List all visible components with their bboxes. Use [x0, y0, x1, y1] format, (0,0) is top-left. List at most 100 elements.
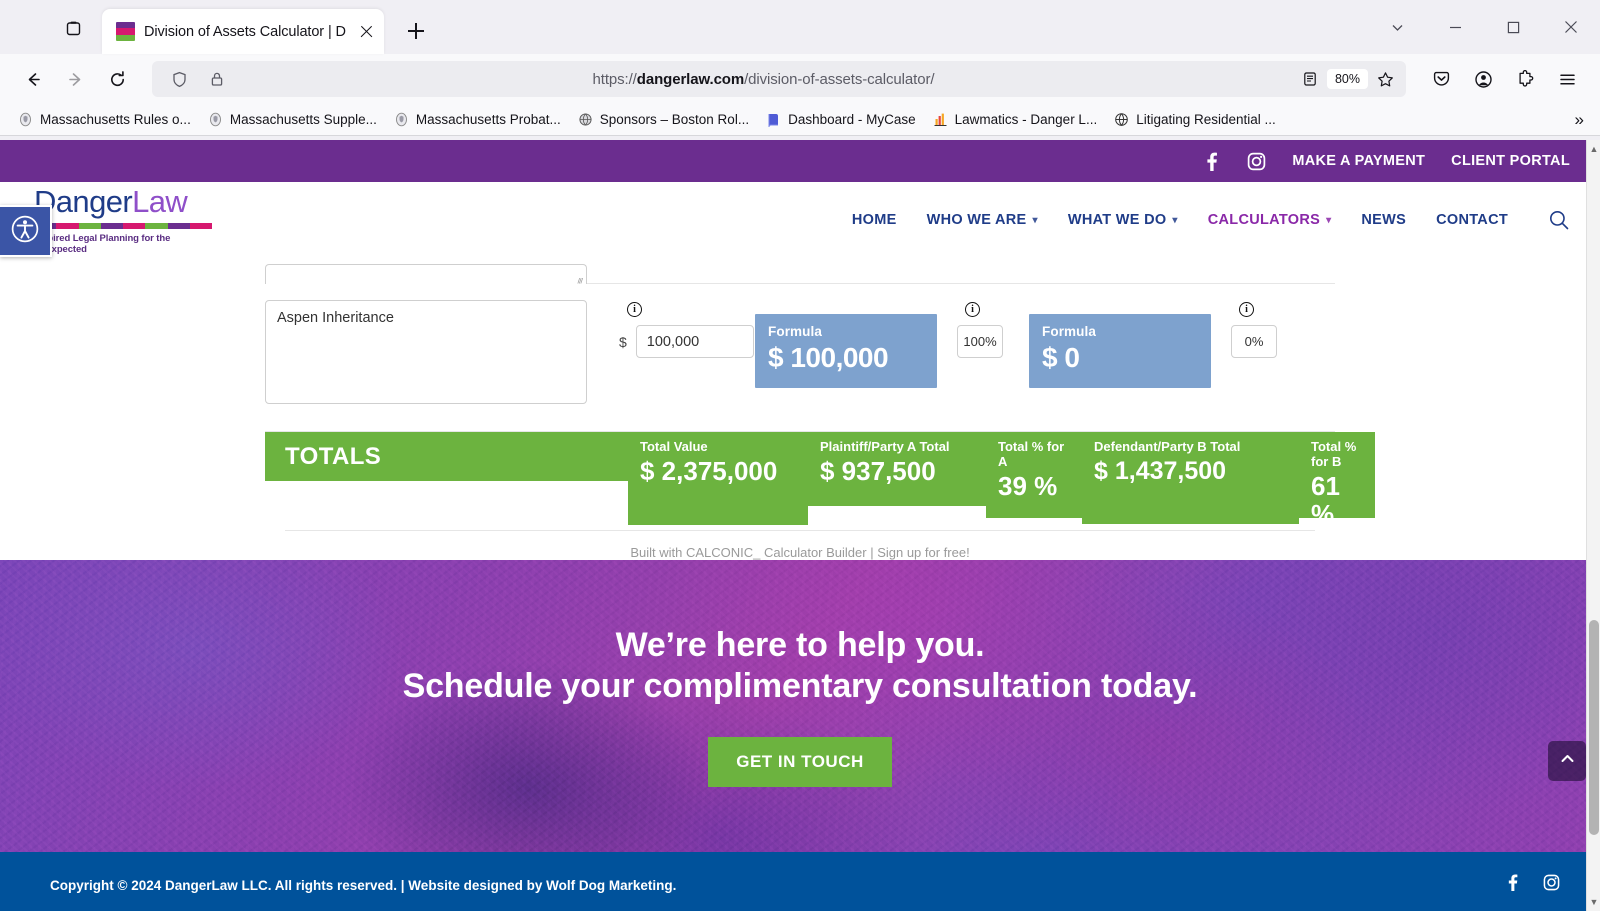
totals-cell-percent-b: Total % for B 61 %	[1299, 432, 1375, 528]
application-menu-hamburger-icon[interactable]	[1548, 60, 1586, 98]
logo-tagline: Inspired Legal Planning for the Unexpect…	[34, 232, 171, 255]
asset-value-column: i $	[587, 300, 755, 358]
bookmark-item[interactable]: Massachusetts Probat...	[386, 108, 568, 131]
url-path: /division-of-assets-calculator/	[744, 70, 935, 88]
window-minimize-button[interactable]	[1426, 0, 1484, 54]
chevron-down-icon: ▾	[1032, 214, 1038, 226]
site-logo[interactable]: DangerLaw Inspired Legal Planning for th…	[34, 186, 224, 255]
logo-color-bars-icon	[34, 222, 212, 229]
tab-close-icon[interactable]	[357, 22, 376, 41]
percent-a-input[interactable]	[957, 325, 1003, 358]
totals-cell-label: Total % for B	[1311, 439, 1357, 469]
formula-b-box: Formula $ 0	[1029, 314, 1211, 388]
url-text[interactable]: https://dangerlaw.com/division-of-assets…	[240, 71, 1287, 88]
nav-label: HOME	[851, 212, 897, 228]
formula-a-label: Formula	[768, 324, 822, 339]
extensions-puzzle-icon[interactable]	[1506, 60, 1544, 98]
bookmark-label: Lawmatics - Danger L...	[954, 112, 1098, 127]
asset-value-input[interactable]	[635, 325, 754, 358]
nav-item-what-we-do[interactable]: WHAT WE DO ▾	[1068, 212, 1178, 228]
tab-overflow-chevron-down-icon[interactable]	[1368, 0, 1426, 54]
nav-item-contact[interactable]: CONTACT	[1436, 212, 1508, 228]
totals-cell-label: Total % for A	[998, 439, 1065, 469]
shield-icon	[207, 111, 224, 128]
bookmark-item[interactable]: Sponsors – Boston Rol...	[570, 108, 756, 131]
bookmark-star-icon[interactable]	[1370, 64, 1400, 94]
totals-cell-value: 39 %	[998, 470, 1058, 501]
percent-b-input[interactable]	[1231, 325, 1277, 358]
totals-title: TOTALS	[265, 431, 628, 481]
calconic-link[interactable]: CALCONIC_ Calculator Builder	[686, 545, 867, 560]
site-footer: Copyright © 2024 DangerLaw LLC. All righ…	[0, 852, 1600, 911]
new-tab-button[interactable]	[398, 13, 434, 49]
zoom-level-indicator[interactable]: 80%	[1326, 69, 1368, 89]
browser-tab-active[interactable]: Division of Assets Calculator | D	[102, 9, 384, 54]
account-avatar-icon[interactable]	[1464, 60, 1502, 98]
info-icon[interactable]: i	[965, 302, 980, 317]
asset-name-input[interactable]	[265, 300, 587, 404]
built-with-prefix: Built with	[630, 545, 686, 560]
totals-cell-value: 61 %	[1311, 470, 1340, 529]
nav-item-home[interactable]: HOME	[852, 212, 897, 228]
get-in-touch-button[interactable]: GET IN TOUCH	[708, 737, 892, 788]
bookmark-item[interactable]: Litigating Residential ...	[1106, 108, 1283, 131]
totals-cell-value: $ 937,500	[820, 455, 936, 486]
scrollbar-up-arrow-icon[interactable]: ▲	[1587, 142, 1600, 156]
built-with-separator: |	[866, 545, 878, 560]
cta-section: We’re here to help you. Schedule your co…	[0, 560, 1600, 852]
scrollbar-down-arrow-icon[interactable]: ▼	[1587, 895, 1600, 909]
totals-cell-label: Total Value	[640, 439, 708, 454]
totals-cell-total-value: Total Value $ 2,375,000	[628, 432, 808, 525]
bookmark-item[interactable]: Lawmatics - Danger L...	[925, 108, 1105, 131]
make-a-payment-link[interactable]: MAKE A PAYMENT	[1292, 153, 1425, 169]
list-all-tabs-button[interactable]	[52, 10, 94, 46]
nav-item-news[interactable]: NEWS	[1361, 212, 1406, 228]
facebook-icon[interactable]	[1504, 874, 1521, 896]
search-icon[interactable]	[1548, 209, 1570, 231]
info-icon[interactable]: i	[627, 302, 642, 317]
window-maximize-button[interactable]	[1484, 0, 1542, 54]
bookmark-item[interactable]: Massachusetts Supple...	[200, 108, 384, 131]
book-icon	[765, 111, 782, 128]
globe-icon	[1113, 111, 1130, 128]
window-close-button[interactable]	[1542, 0, 1600, 54]
totals-cell-percent-a: Total % for A 39 %	[986, 432, 1082, 518]
signup-free-link[interactable]: Sign up for free!	[877, 545, 970, 560]
reload-button-icon[interactable]	[98, 60, 136, 98]
nav-item-calculators[interactable]: CALCULATORS ▾	[1208, 212, 1332, 228]
formula-a-box: Formula $ 100,000	[755, 314, 937, 388]
chevron-up-icon	[1559, 750, 1576, 772]
bookmark-item[interactable]: Dashboard - MyCase	[758, 108, 923, 131]
instagram-icon[interactable]	[1247, 152, 1266, 171]
client-portal-link[interactable]: CLIENT PORTAL	[1451, 153, 1570, 169]
facebook-icon[interactable]	[1202, 152, 1221, 171]
formula-b-label: Formula	[1042, 324, 1096, 339]
nav-label: CALCULATORS	[1207, 212, 1321, 228]
info-icon[interactable]: i	[1239, 302, 1254, 317]
accessibility-widget-button[interactable]	[0, 205, 52, 257]
bookmark-label: Massachusetts Probat...	[415, 112, 561, 127]
asset-name-wrapper	[265, 300, 587, 409]
main-navigation: HOME WHO WE ARE ▾ WHAT WE DO ▾ CALCULATORS…	[852, 209, 1570, 231]
url-domain: dangerlaw.com	[636, 70, 745, 88]
bookmarks-overflow-chevron-icon[interactable]: »	[1567, 108, 1592, 132]
save-to-pocket-icon[interactable]	[1422, 60, 1460, 98]
nav-item-who-we-are[interactable]: WHO WE ARE ▾	[927, 212, 1038, 228]
scrollbar-thumb[interactable]	[1589, 620, 1599, 835]
tracking-protection-shield-icon[interactable]	[164, 64, 194, 94]
instagram-icon[interactable]	[1543, 874, 1560, 896]
reader-view-icon[interactable]	[1295, 64, 1325, 94]
nav-label: NEWS	[1361, 212, 1407, 228]
bookmark-item[interactable]: Massachusetts Rules o...	[10, 108, 198, 131]
site-security-lock-icon[interactable]	[202, 64, 232, 94]
chart-icon	[932, 111, 949, 128]
forward-button-icon[interactable]	[56, 60, 94, 98]
bookmarks-toolbar: Massachusetts Rules o... Massachusetts S…	[0, 104, 1600, 136]
scroll-to-top-button[interactable]	[1548, 741, 1586, 781]
page-scrollbar[interactable]: ▲ ▼	[1586, 140, 1600, 911]
back-button-icon[interactable]	[14, 60, 52, 98]
address-bar[interactable]: https://dangerlaw.com/division-of-assets…	[152, 61, 1406, 97]
percent-b-column: i	[1211, 300, 1303, 358]
previous-row-textarea[interactable]	[265, 264, 587, 284]
bookmark-label: Dashboard - MyCase	[788, 112, 916, 127]
